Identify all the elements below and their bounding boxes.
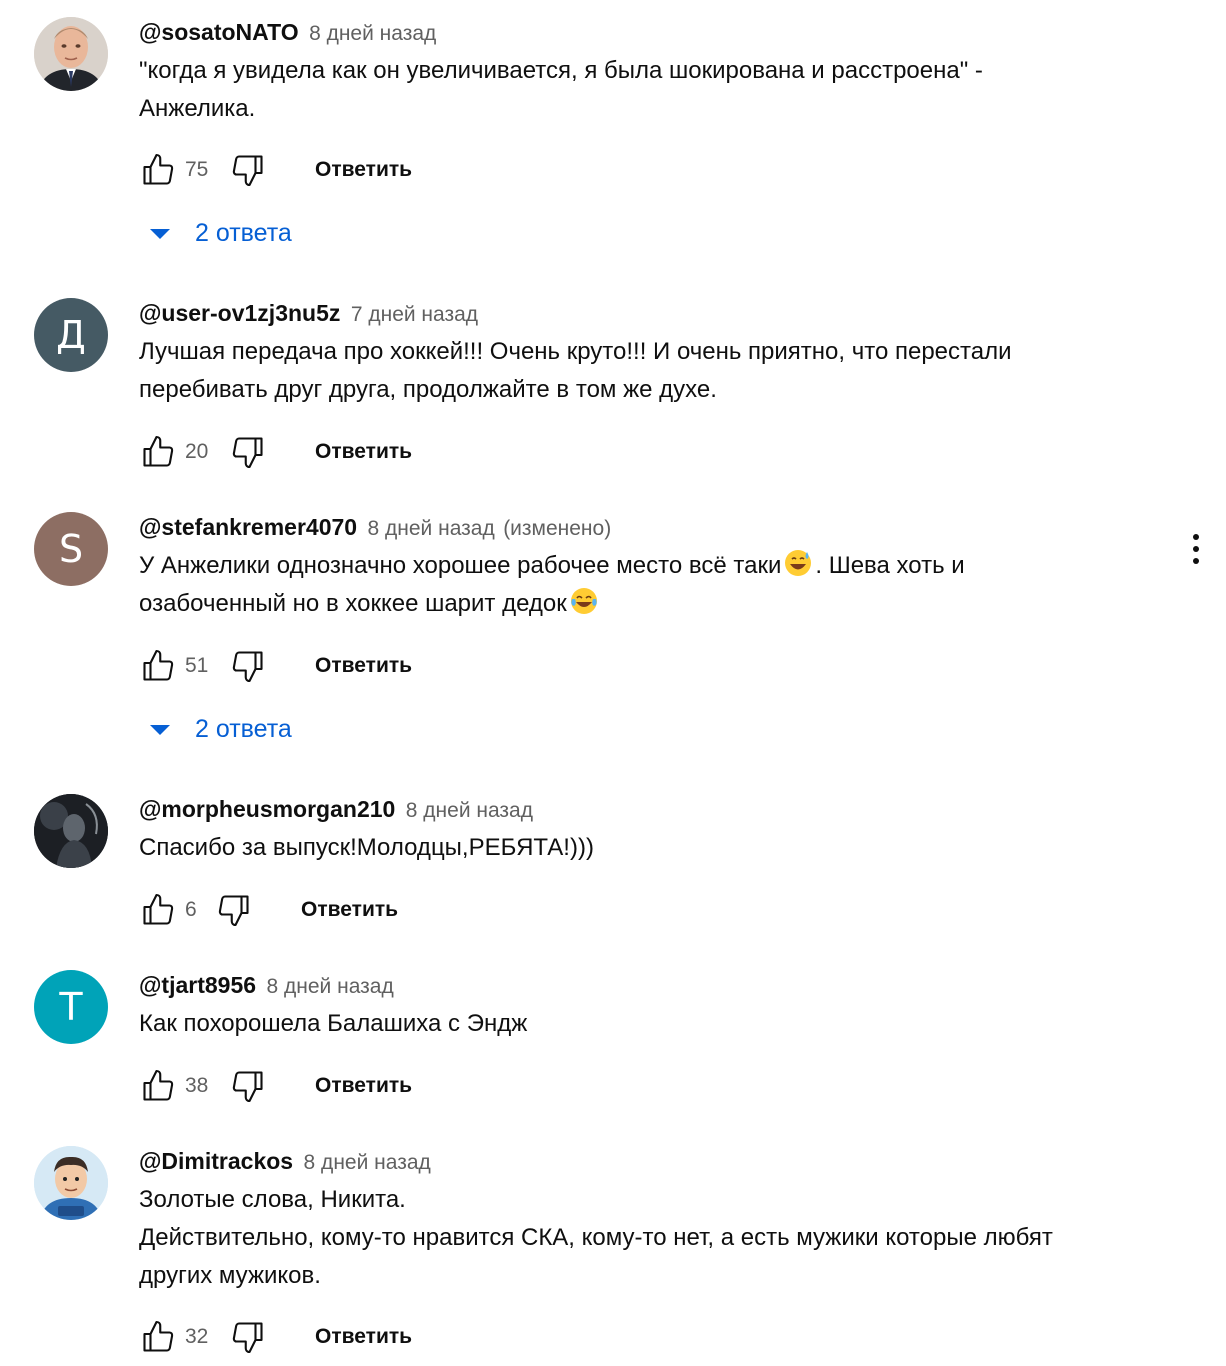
dot xyxy=(1193,546,1199,552)
comment-date[interactable]: 8 дней назад xyxy=(406,799,533,822)
thumbs-up-icon xyxy=(143,1069,174,1101)
caret-down-icon xyxy=(150,725,170,735)
avatar[interactable]: T xyxy=(34,970,108,1044)
author-name[interactable]: @stefankremer4070 xyxy=(139,514,357,540)
like-button[interactable] xyxy=(139,891,177,929)
thumbs-down-icon xyxy=(232,1322,263,1354)
reply-button[interactable]: Ответить xyxy=(315,654,412,678)
avatar-letter: T xyxy=(59,985,83,1029)
like-button[interactable] xyxy=(139,1318,177,1356)
avatar-letter: S xyxy=(58,527,84,571)
tears-of-joy-emoji-icon xyxy=(570,588,597,614)
comment-text: "когда я увидела как он увеличивается, я… xyxy=(139,57,983,122)
comment-actions: 75 Ответить xyxy=(139,150,412,190)
caret-down-icon xyxy=(150,229,170,239)
cartoon-hockey-avatar-icon xyxy=(34,1146,108,1220)
avatar[interactable]: Д xyxy=(34,298,108,372)
thumbs-up-icon xyxy=(143,649,174,681)
like-count: 75 xyxy=(185,158,209,181)
comment-text: Лучшая передача про хоккей!!! Очень крут… xyxy=(139,338,1012,403)
reply-button: Ответить xyxy=(315,440,413,463)
reply-button[interactable]: Ответить xyxy=(315,158,412,182)
reply-button[interactable]: Ответить xyxy=(315,1325,412,1349)
comment-body: @stefankremer4070 8 дней назад (изменено… xyxy=(139,512,1169,683)
dislike-button[interactable] xyxy=(215,891,253,929)
comment-text: Спасибо за выпуск!Молодцы,РЕБЯТА!))) xyxy=(139,834,594,861)
author-name[interactable]: @morpheusmorgan210 xyxy=(139,796,395,822)
comment-header: @tjart8956 8 дней назад xyxy=(139,970,1169,1000)
like-button[interactable] xyxy=(139,433,177,471)
thumbs-down-icon xyxy=(232,155,263,187)
comment-text: Как похорошела Балашиха с Эндж xyxy=(139,1010,528,1037)
dislike-button[interactable] xyxy=(229,1067,267,1105)
comment-date[interactable]: 7 дней назад xyxy=(351,303,478,326)
comment-actions: 32 Ответить xyxy=(139,1317,412,1357)
comment-date[interactable]: 8 дней назад xyxy=(304,1151,431,1174)
like-button[interactable] xyxy=(139,1067,177,1105)
like-count: 32 xyxy=(185,1325,209,1348)
comment-date[interactable]: 8 дней назад xyxy=(267,975,394,998)
show-replies-button[interactable]: 2 ответа xyxy=(150,215,292,251)
dark-figure-avatar-icon xyxy=(34,794,108,868)
man-portrait-avatar-icon xyxy=(34,17,108,91)
author-name[interactable]: @user-ov1zj3nu5z xyxy=(139,300,340,326)
comment-date[interactable]: 8 дней назад xyxy=(368,517,495,540)
dislike-button[interactable] xyxy=(229,647,267,685)
like-count: 6 xyxy=(185,898,197,921)
edited-label: (изменено) xyxy=(503,517,612,540)
thumbs-up-icon xyxy=(143,1320,174,1352)
comment-header: @sosatoNATO 8 дней назад xyxy=(139,17,1169,47)
comment-header: @user-ov1zj3nu5z 7 дней назад xyxy=(139,298,1169,328)
dot xyxy=(1193,534,1199,540)
grinning-sweat-emoji-icon xyxy=(785,550,812,576)
more-actions-button[interactable] xyxy=(1182,529,1210,569)
dislike-button[interactable] xyxy=(229,433,267,471)
comment-body: @morpheusmorgan210 8 дней назад Спасибо … xyxy=(139,794,1169,927)
comment-body: @sosatoNATO 8 дней назад "когда я увидел… xyxy=(139,17,1169,187)
dislike-button[interactable] xyxy=(229,151,267,189)
thumbs-down-icon xyxy=(232,651,263,683)
replies-count-label: 2 ответа xyxy=(195,714,292,743)
comment-text-part: У Анжелики однозначно хорошее рабочее ме… xyxy=(139,552,782,579)
comment-actions: 20 Ответить xyxy=(139,432,412,472)
dislike-button[interactable] xyxy=(229,1318,267,1356)
like-count: 51 xyxy=(185,654,209,677)
like-count: 38 xyxy=(185,1074,209,1097)
like-button[interactable] xyxy=(139,151,177,189)
thumbs-up-icon xyxy=(143,893,174,925)
comment-date[interactable]: 8 дней назад xyxy=(309,22,436,45)
avatar[interactable] xyxy=(34,794,108,868)
avatar[interactable] xyxy=(34,17,108,91)
comment-body: @tjart8956 8 дней назад Как похорошела Б… xyxy=(139,970,1169,1103)
comment-text: Золотые слова, Никита. Действительно, ко… xyxy=(139,1186,1053,1289)
author-name[interactable]: @tjart8956 xyxy=(139,972,256,998)
comment-text: У Анжелики однозначно хорошее рабочее ме… xyxy=(139,547,1169,623)
thumbs-down-icon xyxy=(218,895,249,927)
like-button[interactable] xyxy=(139,647,177,685)
comment-body: @user-ov1zj3nu5z 7 дней назад Лучшая пер… xyxy=(139,298,1169,469)
author-name[interactable]: @sosatoNATO xyxy=(139,19,299,45)
show-replies-button[interactable]: 2 ответа xyxy=(150,711,292,747)
thumbs-down-icon xyxy=(232,437,263,469)
avatar-letter: Д xyxy=(56,313,86,357)
comment-actions: 51 Ответить xyxy=(139,646,412,686)
comment-header: @Dimitrackos 8 дней назад xyxy=(139,1146,1169,1176)
reply-button[interactable]: Ответить xyxy=(301,898,398,922)
comment-body: @Dimitrackos 8 дней назад Золотые слова,… xyxy=(139,1146,1169,1354)
replies-count-label: 2 ответа xyxy=(195,218,292,247)
author-name[interactable]: @Dimitrackos xyxy=(139,1148,293,1174)
dot xyxy=(1193,558,1199,564)
like-count: 20 xyxy=(185,440,209,463)
comment-actions: 38 Ответить xyxy=(139,1066,412,1106)
thumbs-down-icon xyxy=(232,1071,263,1103)
avatar[interactable] xyxy=(34,1146,108,1220)
avatar[interactable]: S xyxy=(34,512,108,586)
thumbs-up-icon xyxy=(143,435,174,467)
comment-header: @stefankremer4070 8 дней назад (изменено… xyxy=(139,512,1169,542)
comment-header: @morpheusmorgan210 8 дней назад xyxy=(139,794,1169,824)
reply-button[interactable]: Ответить xyxy=(315,1074,412,1098)
thumbs-up-icon xyxy=(143,153,174,185)
comment-actions: 6 Ответить xyxy=(139,890,398,930)
